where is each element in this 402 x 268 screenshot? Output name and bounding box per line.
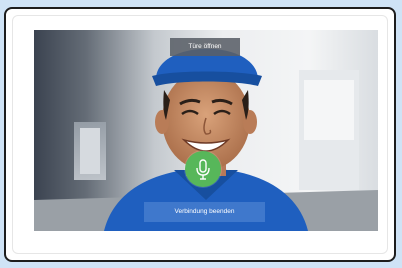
video-feed: Türe öffnen Verbindung beenden xyxy=(34,30,378,231)
open-door-button[interactable]: Türe öffnen xyxy=(170,38,240,56)
caller-video-image xyxy=(34,30,378,231)
end-call-button[interactable]: Verbindung beenden xyxy=(144,202,265,222)
microphone-button[interactable] xyxy=(185,151,221,187)
microphone-icon xyxy=(196,159,210,180)
app-stage: Türe öffnen Verbindung beenden xyxy=(0,0,402,268)
